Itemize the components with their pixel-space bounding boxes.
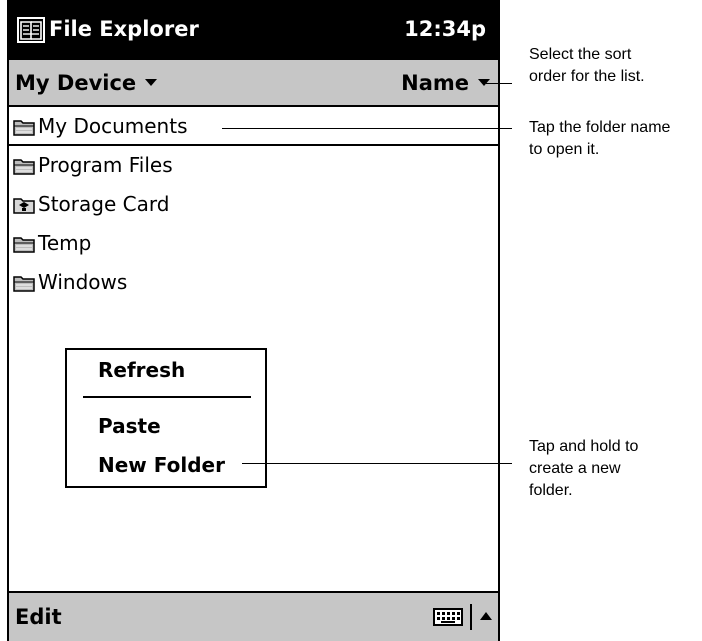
keyboard-icon[interactable] — [433, 608, 463, 626]
file-list-item[interactable]: Program Files — [9, 146, 498, 185]
file-list-item[interactable]: Windows — [9, 263, 498, 302]
sort-label: Name — [401, 71, 469, 95]
file-list-item[interactable]: My Documents — [9, 107, 498, 146]
clock[interactable]: 12:34p — [404, 17, 486, 41]
file-name: Storage Card — [38, 192, 170, 216]
command-bar: Edit — [9, 591, 498, 641]
navigation-bar: My Device Name — [9, 60, 498, 107]
sort-dropdown[interactable]: Name — [401, 71, 490, 95]
file-list: My Documents Program Files Storage Card Tem… — [9, 107, 498, 302]
app-title: File Explorer — [49, 17, 199, 41]
file-list-item[interactable]: Storage Card — [9, 185, 498, 224]
menu-item-paste[interactable]: Paste — [98, 414, 161, 438]
folder-icon — [13, 118, 35, 136]
file-explorer-icon — [17, 17, 45, 43]
folder-icon — [13, 157, 35, 175]
menu-separator — [83, 396, 251, 398]
title-bar: File Explorer 12:34p — [9, 0, 498, 60]
chevron-down-icon — [145, 78, 158, 86]
file-list-item[interactable]: Temp — [9, 224, 498, 263]
context-menu: Refresh Paste New Folder — [65, 348, 267, 488]
callout-leader-sort — [486, 83, 512, 84]
location-label: My Device — [15, 71, 137, 95]
file-name: Program Files — [38, 153, 173, 177]
folder-icon — [13, 235, 35, 253]
callout-leader-new-folder — [242, 463, 512, 464]
menu-item-new-folder[interactable]: New Folder — [98, 453, 225, 477]
location-dropdown[interactable]: My Device — [15, 71, 158, 95]
callout-sort: Select the sort order for the list. — [529, 46, 645, 85]
device-screen: File Explorer 12:34p My Device Name My D… — [7, 0, 500, 641]
up-arrow-icon[interactable] — [480, 612, 492, 620]
callout-leader-open — [222, 128, 512, 129]
divider — [470, 604, 472, 630]
callout-new-folder: Tap and hold to create a new folder. — [529, 438, 639, 499]
edit-menu[interactable]: Edit — [15, 605, 62, 629]
callout-open: Tap the folder name to open it. — [529, 119, 671, 158]
file-name: Temp — [38, 231, 92, 255]
folder-icon — [13, 274, 35, 292]
file-name: Windows — [38, 270, 128, 294]
file-name: My Documents — [38, 114, 188, 138]
chevron-down-icon — [478, 78, 490, 86]
storage-card-icon — [13, 196, 35, 214]
menu-item-refresh[interactable]: Refresh — [98, 358, 185, 382]
